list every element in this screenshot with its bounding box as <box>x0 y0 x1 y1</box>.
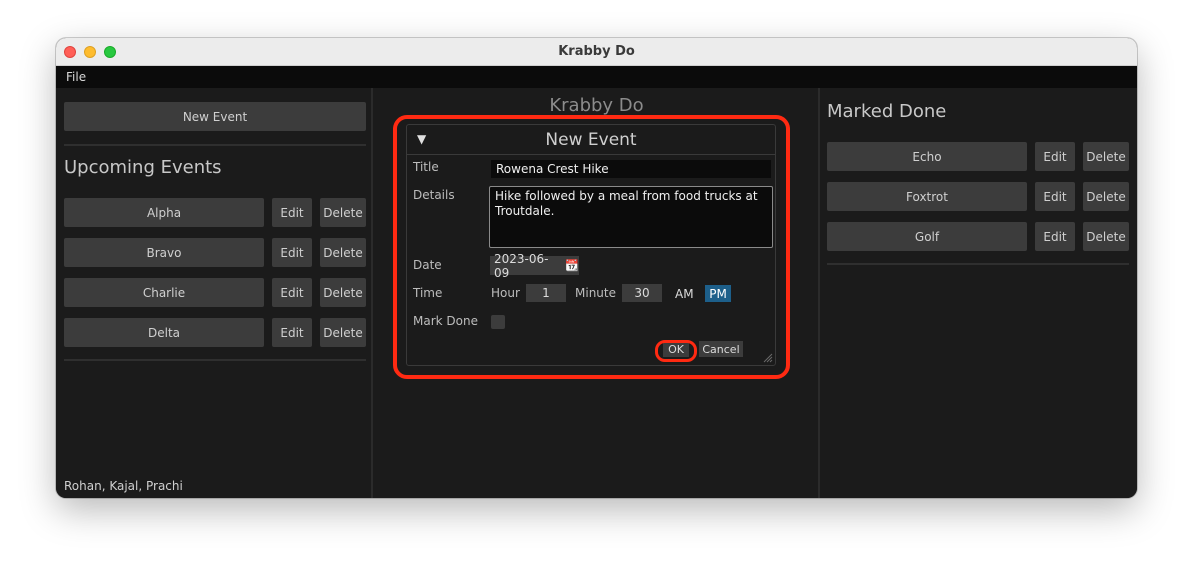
edit-button[interactable]: Edit <box>272 318 312 347</box>
close-window-button[interactable] <box>64 46 76 58</box>
app-heading: Krabby Do <box>549 95 644 116</box>
delete-button[interactable]: Delete <box>1083 182 1129 211</box>
details-label: Details <box>413 188 455 202</box>
event-button-charlie[interactable]: Charlie <box>64 278 264 307</box>
window-title: Krabby Do <box>558 44 635 59</box>
dialog-title: New Event <box>545 129 637 150</box>
collapse-triangle-icon[interactable]: ▼ <box>417 132 426 146</box>
app-window: Krabby Do File New Event Upcoming Events… <box>56 38 1137 498</box>
edit-button[interactable]: Edit <box>1035 222 1075 251</box>
delete-button[interactable]: Delete <box>320 318 366 347</box>
minute-input[interactable]: 30 <box>622 284 662 302</box>
minute-label: Minute <box>575 286 616 300</box>
menu-file[interactable]: File <box>66 70 86 84</box>
time-label: Time <box>413 286 443 300</box>
upcoming-events-title: Upcoming Events <box>64 157 222 178</box>
separator <box>64 144 366 146</box>
resize-grip-icon[interactable] <box>763 353 773 363</box>
marked-done-title: Marked Done <box>827 101 947 122</box>
title-label: Title <box>413 160 439 174</box>
delete-button[interactable]: Delete <box>1083 222 1129 251</box>
delete-button[interactable]: Delete <box>1083 142 1129 171</box>
date-value: 2023-06-09 <box>494 251 549 280</box>
event-button-alpha[interactable]: Alpha <box>64 198 264 227</box>
date-picker-button[interactable]: 2023-06-09 📆 <box>490 252 579 280</box>
new-event-button[interactable]: New Event <box>64 102 366 131</box>
event-button-delta[interactable]: Delta <box>64 318 264 347</box>
delete-button[interactable]: Delete <box>320 198 366 227</box>
pm-toggle[interactable]: PM <box>705 285 731 302</box>
title-bar: Krabby Do <box>56 38 1137 66</box>
edit-button[interactable]: Edit <box>1035 182 1075 211</box>
edit-button[interactable]: Edit <box>272 278 312 307</box>
event-button-golf[interactable]: Golf <box>827 222 1027 251</box>
edit-button[interactable]: Edit <box>272 238 312 267</box>
details-textarea[interactable]: Hike followed by a meal from food trucks… <box>489 186 773 248</box>
ok-button[interactable]: OK <box>663 341 689 357</box>
separator <box>827 263 1129 265</box>
calendar-icon: 📆 <box>565 259 579 272</box>
minimize-window-button[interactable] <box>84 46 96 58</box>
main-content: New Event Upcoming Events Alpha Edit Del… <box>56 88 1137 498</box>
title-input[interactable]: Rowena Crest Hike <box>491 160 771 178</box>
separator <box>64 359 366 361</box>
dialog-header[interactable]: ▼ New Event <box>407 125 775 155</box>
hour-label: Hour <box>491 286 520 300</box>
new-event-dialog: ▼ New Event Title Rowena Crest Hike Deta… <box>406 124 776 366</box>
center-panel: Krabby Do ▼ New Event Title Rowena Crest… <box>373 88 820 498</box>
delete-button[interactable]: Delete <box>320 238 366 267</box>
upcoming-panel: New Event Upcoming Events Alpha Edit Del… <box>56 88 373 498</box>
marked-done-panel: Marked Done Echo Edit Delete Foxtrot Edi… <box>820 88 1137 498</box>
cancel-button[interactable]: Cancel <box>699 341 743 357</box>
edit-button[interactable]: Edit <box>1035 142 1075 171</box>
maximize-window-button[interactable] <box>104 46 116 58</box>
authors-footer: Rohan, Kajal, Prachi <box>64 479 183 493</box>
date-label: Date <box>413 258 442 272</box>
edit-button[interactable]: Edit <box>272 198 312 227</box>
event-button-echo[interactable]: Echo <box>827 142 1027 171</box>
mark-done-checkbox[interactable] <box>491 315 505 329</box>
am-toggle[interactable]: AM <box>675 287 694 301</box>
event-button-foxtrot[interactable]: Foxtrot <box>827 182 1027 211</box>
hour-input[interactable]: 1 <box>526 284 566 302</box>
mark-done-label: Mark Done <box>413 314 478 328</box>
delete-button[interactable]: Delete <box>320 278 366 307</box>
menu-bar: File <box>56 66 1137 88</box>
event-button-bravo[interactable]: Bravo <box>64 238 264 267</box>
